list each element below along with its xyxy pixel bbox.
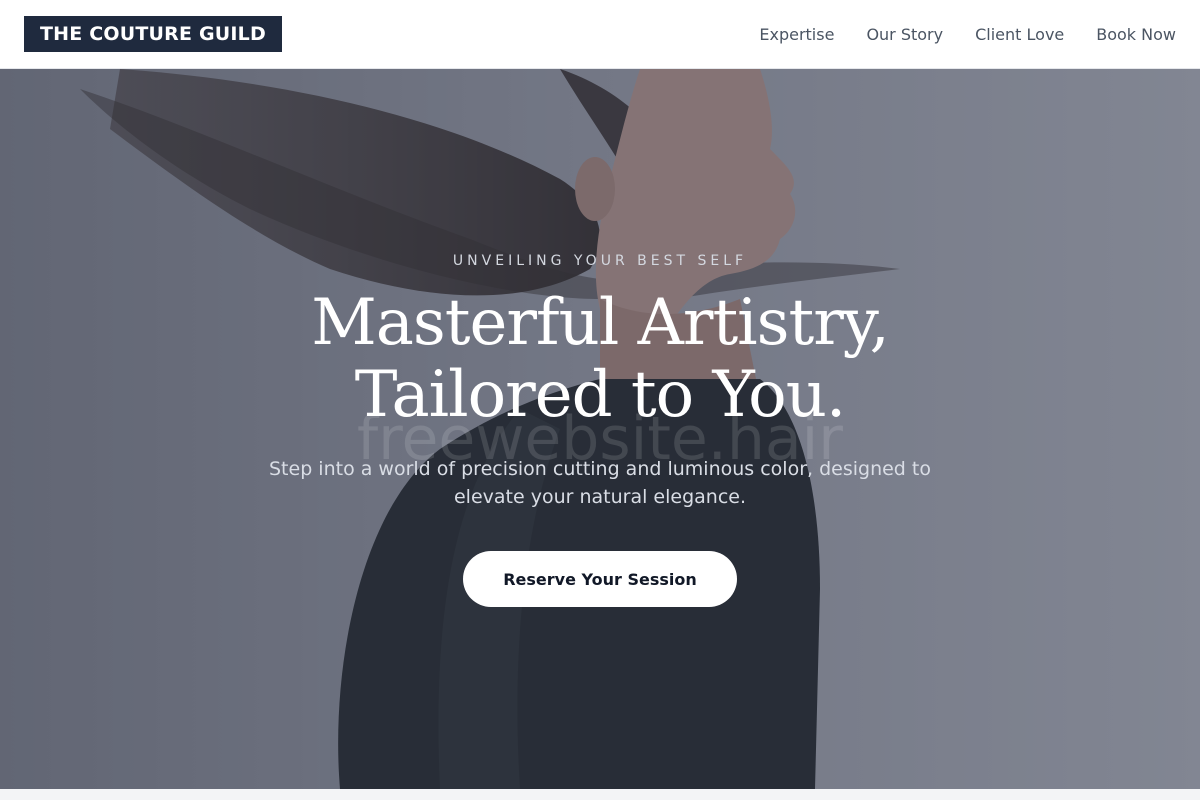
nav-link-our-story[interactable]: Our Story (866, 25, 943, 44)
brand-logo[interactable]: THE COUTURE GUILD (24, 16, 282, 52)
hero-eyebrow: UNVEILING YOUR BEST SELF (452, 253, 748, 269)
next-section-edge (0, 789, 1200, 800)
nav-link-client-love[interactable]: Client Love (975, 25, 1064, 44)
nav-link-book-now[interactable]: Book Now (1096, 25, 1176, 44)
top-navigation-bar: THE COUTURE GUILD Expertise Our Story Cl… (0, 0, 1200, 69)
reserve-session-button[interactable]: Reserve Your Session (463, 551, 737, 607)
hero-section: UNVEILING YOUR BEST SELF Masterful Artis… (0, 69, 1200, 789)
nav-links: Expertise Our Story Client Love Book Now (727, 0, 1176, 69)
hero-subtitle: Step into a world of precision cutting a… (269, 458, 931, 508)
nav-link-expertise[interactable]: Expertise (759, 25, 834, 44)
hero-content: UNVEILING YOUR BEST SELF Masterful Artis… (0, 69, 1200, 789)
